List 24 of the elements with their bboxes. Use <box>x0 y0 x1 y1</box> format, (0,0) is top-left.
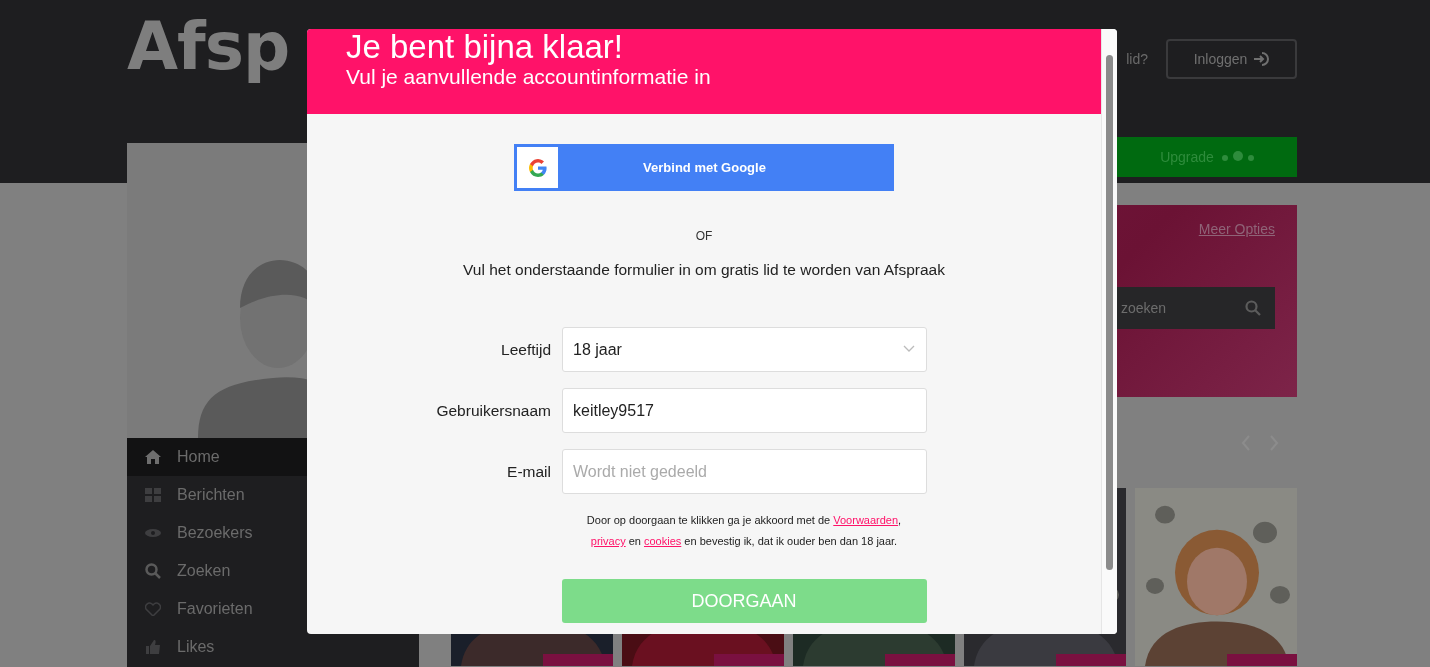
age-select[interactable]: 18 jaar <box>562 327 927 372</box>
input-field[interactable]: Wordt niet gedeeld <box>562 449 927 494</box>
input-field[interactable]: keitley9517 <box>562 388 927 433</box>
more-options-link[interactable]: Meer Opties <box>1198 221 1275 237</box>
search-field[interactable]: zoeken <box>1115 287 1275 329</box>
nav-item[interactable]: Zoeken <box>127 552 419 590</box>
logo[interactable]: Afsp <box>127 8 290 85</box>
or-separator: OF <box>695 229 713 243</box>
google-button[interactable]: Verbind met Google <box>514 144 894 191</box>
terms-link[interactable]: cookies <box>644 535 682 547</box>
nav-item[interactable]: Likes <box>127 628 419 666</box>
field-label: E-mail <box>506 462 551 481</box>
nav-item[interactable]: Berichten <box>127 476 419 514</box>
login-prompt: lid? <box>1126 51 1148 67</box>
intro-text: Vul het onderstaande formulier in om gratis lid te worden van Afspraak <box>463 261 945 279</box>
login-button[interactable]: Inloggen <box>1166 39 1297 79</box>
nav-item[interactable]: Bezoekers <box>127 514 419 552</box>
nav-item[interactable]: Favorieten <box>127 590 419 628</box>
dialog-subtitle: Vul je aanvullende accountinformatie in <box>346 65 712 89</box>
dialog-title: Je bent bijna klaar! <box>346 29 624 65</box>
field-label: Gebruikersnaam <box>435 401 551 420</box>
terms-text: Door op doorgaan te klikken ga je akkoord met de Voorwaarden, privacy en cookies en bevestig ik, dat ik ouder ben dan 18 jaar. <box>586 513 902 549</box>
field-label: Leeftijd <box>500 340 551 359</box>
terms-link[interactable]: privacy <box>590 535 626 547</box>
